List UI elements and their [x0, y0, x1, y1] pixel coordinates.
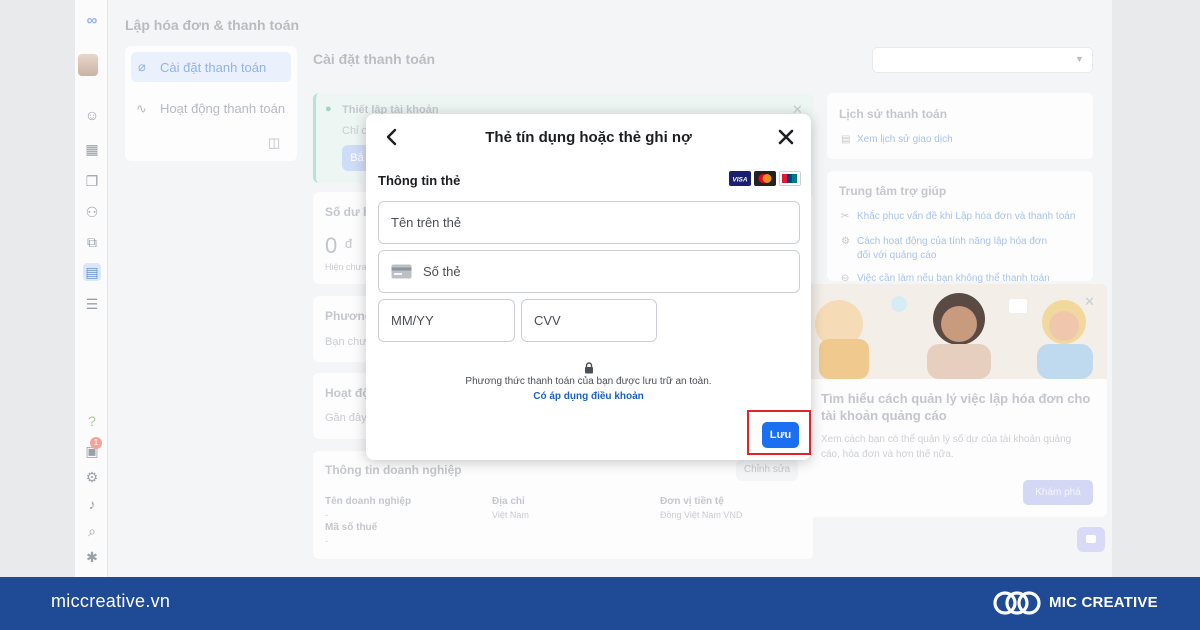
left-rail: ∞ ☺ ▦ ❐ ⚇ ⧉ ▤ ☰ ? ▣ ⚙ ♪ ⌕ ✱ — [75, 0, 108, 577]
balance-caption: Hiện chưa — [325, 262, 367, 272]
menu-icon[interactable]: ☰ — [83, 295, 101, 313]
save-button[interactable]: Lưu — [762, 422, 799, 448]
terms-link[interactable]: Có áp dụng điều khoản — [366, 391, 811, 402]
svg-text:VISA: VISA — [732, 177, 747, 184]
page-title: Lập hóa đơn & thanh toán — [125, 17, 300, 33]
wrench-icon: ✂ — [841, 211, 850, 222]
business-field-value: Đồng Việt Nam VND — [660, 510, 743, 520]
setup-notice-text: Chỉ c — [342, 125, 368, 137]
visa-icon: VISA — [729, 171, 751, 186]
explore-button[interactable]: Khám phá — [1023, 480, 1093, 505]
table-icon[interactable]: ▦ — [83, 140, 101, 158]
bug-icon[interactable]: ✱ — [83, 548, 101, 566]
site-url: miccreative.vn — [51, 591, 171, 611]
billing-icon[interactable]: ▤ — [83, 263, 101, 281]
chat-button[interactable] — [1077, 527, 1105, 552]
cvv-input[interactable] — [534, 300, 644, 341]
minus-circle-icon: ⊖ — [841, 273, 850, 284]
dialog-title: Thẻ tín dụng hoặc thẻ ghi nợ — [485, 129, 692, 146]
people-illustration-icon — [809, 284, 1107, 379]
business-field-label: Mã số thuế — [325, 522, 378, 533]
expiry-input[interactable] — [391, 300, 502, 341]
lock-icon — [585, 362, 593, 374]
section-title: Cài đặt thanh toán — [313, 51, 436, 67]
pages-icon[interactable]: ❐ — [83, 172, 101, 190]
promo-card: ✕ Tìm hiểu cách quản lý việc lập hóa đơn… — [809, 284, 1107, 517]
business-field-value: - — [325, 510, 328, 520]
mic-creative-logo-icon — [993, 591, 1041, 615]
business-info-title: Thông tin doanh nghiệp — [325, 463, 462, 477]
help-icon[interactable]: ? — [83, 412, 101, 430]
chat-icon — [1086, 535, 1096, 543]
expiry-field[interactable] — [378, 299, 515, 342]
close-icon — [778, 129, 794, 145]
sidebar-item-payment-activity[interactable]: Hoạt động thanh toán — [160, 101, 285, 116]
help-link[interactable]: Cách hoạt động của tính năng lập hóa đơn… — [857, 235, 1057, 263]
card-dialog: Thẻ tín dụng hoặc thẻ ghi nợ Thông tin t… — [366, 114, 811, 460]
promo-illustration — [809, 284, 1107, 379]
cvv-field[interactable] — [521, 299, 657, 342]
chevron-down-icon: ▼ — [1075, 54, 1084, 64]
meta-logo-icon[interactable]: ∞ — [83, 12, 101, 30]
business-field-value: Việt Nam — [492, 510, 529, 520]
balance-title: Số dư h — [325, 205, 371, 219]
brand-name: MIC CREATIVE — [1049, 594, 1158, 611]
card-number-input[interactable] — [423, 251, 787, 292]
gear-icon[interactable]: ⚙ — [83, 468, 101, 486]
view-history-link[interactable]: Xem lịch sử giao dịch — [857, 134, 953, 145]
cardholder-name-field[interactable] — [378, 201, 800, 244]
edit-button[interactable]: Chỉnh sửa — [736, 459, 798, 481]
help-link[interactable]: Việc cần làm nếu bạn không thể thanh toá… — [857, 273, 1087, 284]
secure-storage-text: Phương thức thanh toán của bạn được lưu … — [465, 376, 712, 387]
pin-icon: ● — [325, 103, 332, 115]
business-field-label: Địa chỉ — [492, 496, 525, 507]
promo-title: Tìm hiểu cách quản lý việc lập hóa đơn c… — [821, 391, 1091, 423]
credit-card-icon — [391, 264, 412, 279]
mastercard-icon — [754, 171, 776, 186]
business-field-label: Đơn vị tiền tệ — [660, 496, 724, 507]
gear-small-icon: ⚙ — [841, 236, 850, 247]
receipt-icon: ▤ — [841, 134, 851, 145]
payment-history-title: Lịch sử thanh toán — [839, 107, 948, 121]
business-field-value: - — [325, 536, 328, 546]
card-number-field[interactable] — [378, 250, 800, 293]
cardholder-name-input[interactable] — [391, 202, 787, 243]
stack-icon[interactable]: ⧉ — [83, 233, 101, 251]
help-center-title: Trung tâm trợ giúp — [839, 184, 947, 198]
card-info-heading: Thông tin thẻ — [378, 173, 461, 188]
footer-banner: miccreative.vn MIC CREATIVE — [0, 577, 1200, 630]
activity-icon: ∿ — [136, 101, 147, 116]
activity-title: Hoạt độ — [325, 386, 370, 400]
collapse-panel-icon[interactable]: ◫ — [268, 135, 280, 151]
payment-history-card — [827, 93, 1093, 159]
help-link[interactable]: Khắc phục vấn đề khi Lập hóa đơn và than… — [857, 211, 1087, 222]
unionpay-icon — [779, 171, 801, 186]
bell-icon[interactable]: ♪ — [83, 495, 101, 513]
promo-close-icon[interactable]: ✕ — [1084, 294, 1095, 310]
search-icon[interactable]: ⌕ — [83, 522, 101, 540]
people-icon[interactable]: ⚇ — [83, 203, 101, 221]
avatar[interactable] — [78, 54, 98, 76]
notification-badge: 1 — [90, 437, 102, 449]
emoji-icon[interactable]: ☺ — [83, 106, 101, 124]
sidebar-item-label: Cài đặt thanh toán — [160, 60, 267, 75]
account-select[interactable] — [872, 47, 1093, 73]
balance-amount: 0 — [325, 233, 338, 258]
close-button[interactable] — [778, 128, 794, 146]
tag-icon: ⌀ — [138, 59, 146, 74]
business-field-label: Tên doanh nghiệp — [325, 496, 412, 507]
balance-currency: đ — [345, 236, 353, 251]
promo-description: Xem cách bạn có thể quản lý số dư của tà… — [821, 434, 1072, 460]
